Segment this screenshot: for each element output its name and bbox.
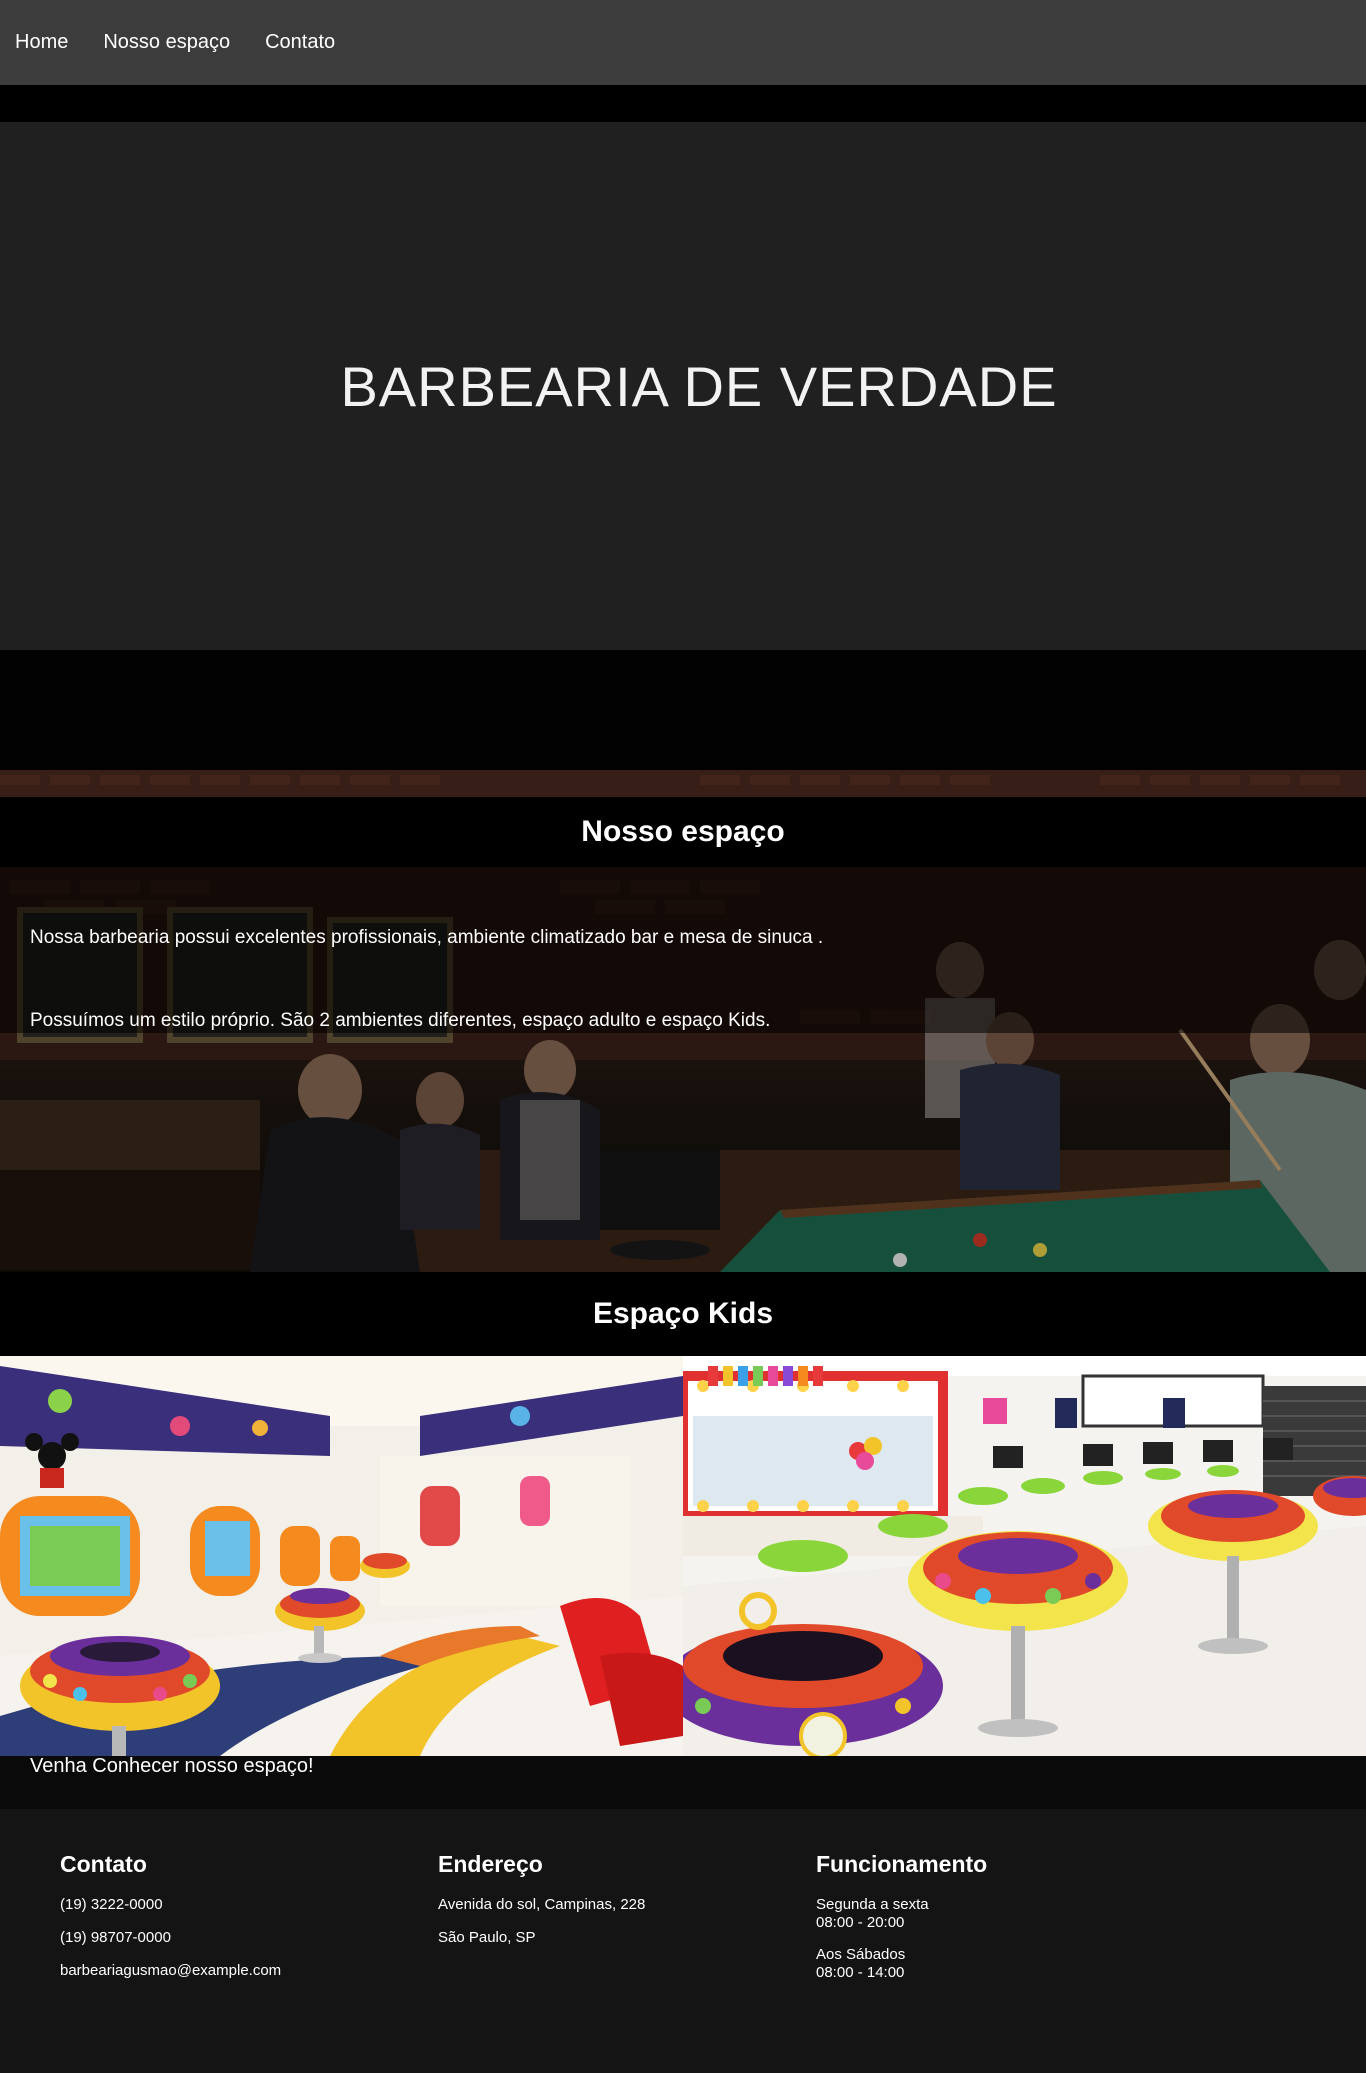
- footer-saturday-hours: Aos Sábados 08:00 - 14:00: [816, 1946, 1156, 1982]
- saturday-time: 08:00 - 14:00: [816, 1964, 905, 1981]
- footer-contact-column: Contato (19) 3222-0000 (19) 98707-0000 b…: [60, 1851, 400, 1995]
- footer-hours-column: Funcionamento Segunda a sexta 08:00 - 20…: [816, 1851, 1156, 1996]
- footer-address-line-1: Avenida do sol, Campinas, 228: [438, 1896, 646, 1913]
- nav-home-link[interactable]: Home: [15, 31, 68, 54]
- espaco-kids-heading: Espaço Kids: [592, 1297, 774, 1330]
- footer-address-line-2: São Paulo, SP: [438, 1929, 536, 1946]
- footer-address-column: Endereço Avenida do sol, Campinas, 228 S…: [438, 1851, 778, 1962]
- nosso-espaco-text-overlay: [0, 867, 1366, 1033]
- visit-cta-text: Venha Conhecer nosso espaço!: [30, 1755, 314, 1777]
- nosso-espaco-title-bar: Nosso espaço: [0, 797, 1366, 867]
- saturday-label: Aos Sábados: [816, 1946, 906, 1963]
- kids-space-photo-left: [0, 1356, 683, 1756]
- top-divider-band: [0, 85, 1366, 123]
- footer-email[interactable]: barbeariagusmao@example.com: [60, 1962, 400, 1979]
- footer-contact-heading: Contato: [60, 1851, 147, 1877]
- espaco-kids-title-bar: Espaço Kids: [0, 1272, 1366, 1356]
- hero-banner: BARBEARIA DE VERDADE: [0, 122, 1366, 650]
- nav-nosso-espaco-link[interactable]: Nosso espaço: [103, 31, 230, 54]
- footer-weekday-hours: Segunda a sexta 08:00 - 20:00: [816, 1896, 1156, 1932]
- footer-phone-2[interactable]: (19) 98707-0000: [60, 1929, 400, 1946]
- kids-space-photo-right: [683, 1356, 1366, 1756]
- nosso-espaco-paragraph-2: Possuímos um estilo próprio. São 2 ambie…: [30, 1010, 771, 1031]
- footer-hours-heading: Funcionamento: [816, 1851, 988, 1877]
- hero-bottom-band: [0, 650, 1366, 770]
- nosso-espaco-paragraph-1: Nossa barbearia possui excelentes profis…: [30, 927, 824, 948]
- weekday-label: Segunda a sexta: [816, 1896, 929, 1913]
- nav-contato-link[interactable]: Contato: [265, 31, 335, 54]
- site-footer: Contato (19) 3222-0000 (19) 98707-0000 b…: [0, 1809, 1366, 2073]
- hero-title: BARBEARIA DE VERDADE: [340, 354, 1058, 418]
- top-navigation: Home Nosso espaço Contato: [0, 0, 1366, 85]
- nosso-espaco-section: Nosso espaço Nossa barbearia possui exce…: [0, 770, 1366, 1272]
- footer-address-heading: Endereço: [438, 1851, 543, 1877]
- nosso-espaco-heading: Nosso espaço: [581, 815, 785, 848]
- weekday-time: 08:00 - 20:00: [816, 1914, 905, 1931]
- footer-phone-1[interactable]: (19) 3222-0000: [60, 1896, 400, 1913]
